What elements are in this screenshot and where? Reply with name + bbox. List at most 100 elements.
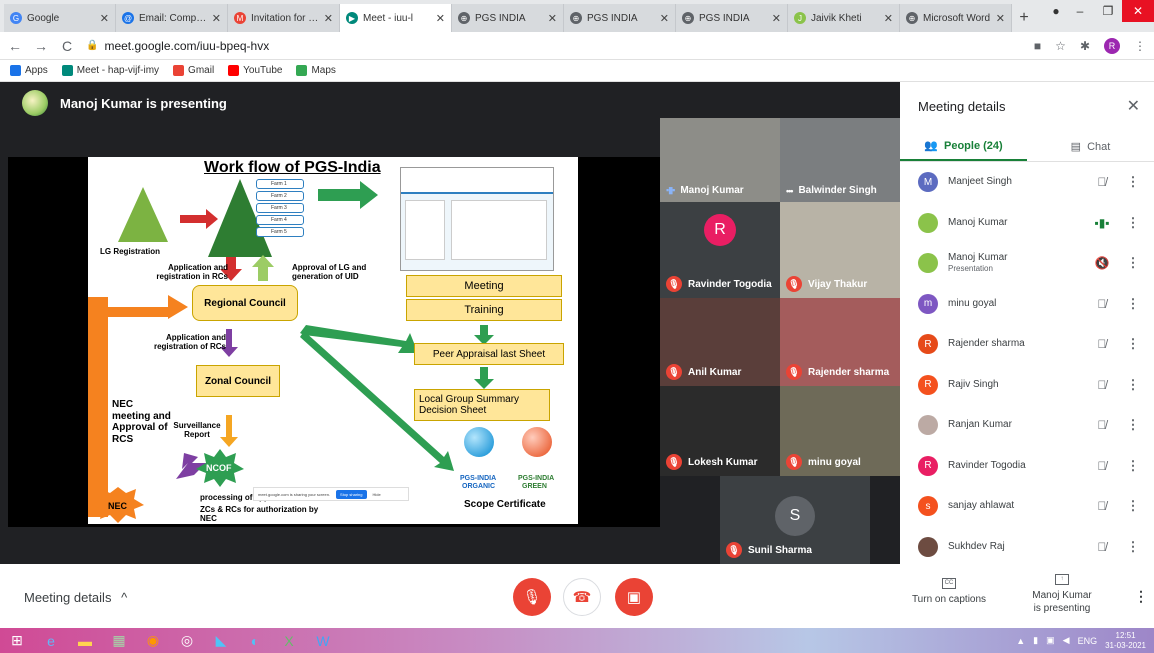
participant-tile[interactable]: 🎙 Rajender sharma — [780, 298, 900, 386]
people-list-item[interactable]: R Rajiv Singh 🎙̸ ⋮ — [900, 365, 1154, 406]
tile-avatar: R — [704, 214, 736, 246]
browser-tab[interactable]: @ Email: Compose ✕ — [116, 4, 228, 32]
browser-tab[interactable]: M Invitation for att ✕ — [228, 4, 340, 32]
more-options-icon[interactable]: ⋮ — [1134, 588, 1148, 605]
people-list-item[interactable]: Ranjan Kumar 🎙̸ ⋮ — [900, 405, 1154, 446]
tab-close-icon[interactable]: ✕ — [772, 12, 781, 25]
app-icon[interactable]: ◣ — [204, 628, 238, 653]
back-icon[interactable]: ← — [8, 38, 22, 54]
bookmark-item[interactable]: Maps — [296, 65, 336, 76]
reload-icon[interactable]: C — [60, 38, 74, 54]
participant-tile[interactable]: 🎙 Vijay Thakur — [780, 202, 900, 298]
people-list-item[interactable]: R Ravinder Togodia 🎙̸ ⋮ — [900, 446, 1154, 487]
mic-muted-icon: 🎙̸ — [1097, 418, 1107, 433]
bookmark-item[interactable]: Gmail — [173, 65, 214, 76]
tab-close-icon[interactable]: ✕ — [548, 12, 557, 25]
forward-icon[interactable]: → — [34, 38, 48, 54]
browser-tab[interactable]: ⊕ Microsoft Word ✕ — [900, 4, 1012, 32]
browser-tab[interactable]: ⊕ PGS INDIA ✕ — [564, 4, 676, 32]
firefox-icon[interactable]: ◉ — [136, 628, 170, 653]
windows-start-icon[interactable]: ⊞ — [0, 628, 34, 653]
hide-button[interactable]: Hide — [373, 492, 381, 497]
stop-sharing-button[interactable]: Stop sharing — [336, 489, 367, 499]
tab-close-icon[interactable]: ✕ — [436, 12, 445, 25]
tile-name: Sunil Sharma — [748, 544, 812, 556]
tray-arrow-icon[interactable]: ▲ — [1016, 636, 1025, 646]
file-explorer-icon[interactable]: ▬ — [68, 628, 102, 653]
signal-icon[interactable]: ▮ — [1033, 635, 1038, 646]
bookmark-item[interactable]: YouTube — [228, 65, 282, 76]
browser-tab[interactable]: ▶ Meet - iuu-l ✕ — [340, 4, 452, 32]
leave-call-button[interactable]: ☎ — [563, 578, 601, 616]
tab-close-icon[interactable]: ✕ — [324, 12, 333, 25]
tab-close-icon[interactable]: ✕ — [884, 12, 893, 25]
volume-icon[interactable]: ◀ — [1063, 635, 1070, 646]
edge-icon[interactable]: ◐ — [238, 628, 272, 653]
minimize-button[interactable]: – — [1066, 0, 1094, 22]
participant-tile[interactable]: ▪▮▪ Manoj Kumar — [660, 118, 780, 202]
url-field[interactable]: 🔒 meet.google.com/iuu-bpeq-hvx — [86, 39, 1022, 53]
more-options-icon[interactable]: ⋮ — [1126, 255, 1140, 271]
close-panel-icon[interactable]: ✕ — [1127, 96, 1140, 116]
more-options-icon[interactable]: ⋮ — [1126, 417, 1140, 433]
camera-toggle-button[interactable]: ▣ — [615, 578, 653, 616]
tab-close-icon[interactable]: ✕ — [212, 12, 221, 25]
word-icon[interactable]: W — [306, 628, 340, 653]
mic-toggle-button[interactable]: 🎙 — [513, 578, 551, 616]
extensions-icon[interactable]: ✱ — [1080, 39, 1090, 53]
participant-tile[interactable]: 🎙 Anil Kumar — [660, 298, 780, 386]
excel-icon[interactable]: X — [272, 628, 306, 653]
people-list-item[interactable]: s sanjay ahlawat 🎙̸ ⋮ — [900, 486, 1154, 527]
more-options-icon[interactable]: ⋮ — [1126, 458, 1140, 474]
present-muted-icon: 🔇 — [1094, 256, 1110, 271]
bookmark-item[interactable]: Meet - hap-vijf-imy — [61, 65, 159, 76]
captions-button[interactable]: CC Turn on captions — [906, 578, 992, 606]
camera-icon[interactable]: ■ — [1034, 39, 1041, 53]
window-close-button[interactable]: ✕ — [1122, 0, 1154, 22]
browser-tab[interactable]: J Jaivik Kheti ✕ — [788, 4, 900, 32]
people-list-item[interactable]: m minu goyal 🎙̸ ⋮ — [900, 284, 1154, 325]
tile-name-row: 🎙 Lokesh Kumar — [666, 454, 757, 470]
tab-close-icon[interactable]: ✕ — [100, 12, 109, 25]
tab-close-icon[interactable]: ✕ — [660, 12, 669, 25]
participant-tile[interactable]: 🎙 Lokesh Kumar — [660, 386, 780, 476]
participant-tile[interactable]: ••• Balwinder Singh — [780, 118, 900, 202]
store-icon[interactable]: ▦ — [102, 628, 136, 653]
participant-tile[interactable]: 🎙 minu goyal — [780, 386, 900, 476]
more-options-icon[interactable]: ⋮ — [1126, 174, 1140, 190]
more-options-icon[interactable]: ⋮ — [1126, 498, 1140, 514]
ie-icon[interactable]: e — [34, 628, 68, 653]
clock[interactable]: 12:51 31-03-2021 — [1105, 631, 1146, 649]
tab-close-icon[interactable]: ✕ — [996, 12, 1005, 25]
more-options-icon[interactable]: ⋮ — [1126, 215, 1140, 231]
menu-icon[interactable]: ⋮ — [1134, 39, 1146, 53]
browser-tab[interactable]: ⊕ PGS INDIA ✕ — [452, 4, 564, 32]
presenting-button[interactable]: ↑ Manoj Kumar is presenting — [1020, 574, 1104, 615]
more-options-icon[interactable]: ⋮ — [1126, 377, 1140, 393]
participant-tile[interactable]: S 🎙 Sunil Sharma — [720, 476, 870, 564]
tab-chat[interactable]: ▤ Chat — [1027, 132, 1154, 161]
people-list-item[interactable]: Sukhdev Raj 🎙̸ ⋮ — [900, 527, 1154, 568]
person-name: Sukhdev Raj — [948, 540, 1005, 552]
more-options-icon[interactable]: ⋮ — [1126, 296, 1140, 312]
browser-tab[interactable]: G Google ✕ — [4, 4, 116, 32]
browser-tab[interactable]: ⊕ PGS INDIA ✕ — [676, 4, 788, 32]
language-label[interactable]: ENG — [1078, 636, 1098, 646]
more-options-icon[interactable]: ⋮ — [1126, 539, 1140, 555]
people-list-item[interactable]: Manoj Kumar Presentation 🔇 ⋮ — [900, 243, 1154, 284]
bookmark-item[interactable]: Apps — [10, 65, 48, 76]
tab-title: Invitation for att — [251, 12, 319, 24]
new-tab-button[interactable]: + — [1012, 4, 1036, 32]
people-list-item[interactable]: R Rajender sharma 🎙̸ ⋮ — [900, 324, 1154, 365]
meeting-details-button[interactable]: Meeting details ^ — [24, 590, 127, 605]
participant-tile[interactable]: R 🎙 Ravinder Togodia — [660, 202, 780, 298]
people-list-item[interactable]: M Manjeet Singh 🎙̸ ⋮ — [900, 162, 1154, 203]
bookmark-star-icon[interactable]: ☆ — [1055, 39, 1066, 53]
more-options-icon[interactable]: ⋮ — [1126, 336, 1140, 352]
tab-people[interactable]: 👥 People (24) — [900, 132, 1027, 161]
profile-avatar[interactable]: R — [1104, 37, 1120, 54]
network-icon[interactable]: ▣ — [1046, 635, 1055, 646]
chrome-icon[interactable]: ◎ — [170, 628, 204, 653]
people-list-item[interactable]: Manoj Kumar ▪▮▪ ⋮ — [900, 203, 1154, 244]
maximize-button[interactable]: ❐ — [1094, 0, 1122, 22]
